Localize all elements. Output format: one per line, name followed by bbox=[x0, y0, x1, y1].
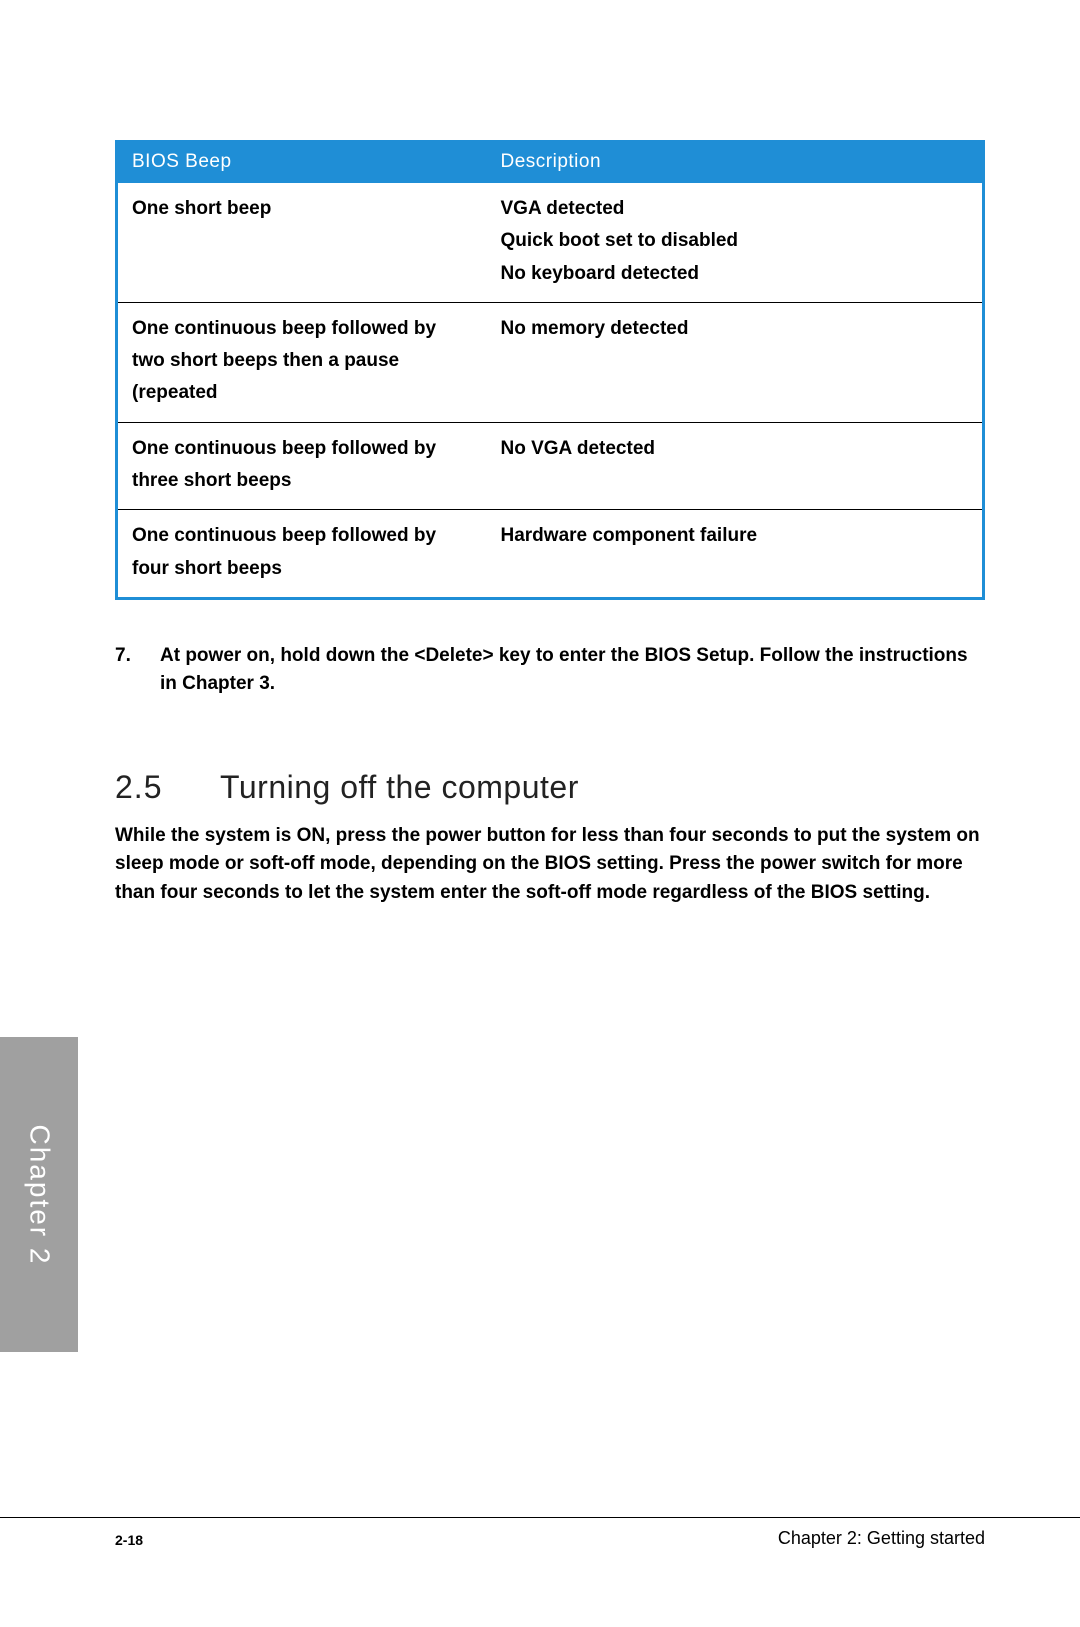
cell-beep: One continuous beep followed by four sho… bbox=[117, 510, 487, 599]
table-header-bios-beep: BIOS Beep bbox=[117, 142, 487, 184]
section-number: 2.5 bbox=[115, 769, 220, 806]
table-row: One continuous beep followed by two shor… bbox=[117, 302, 984, 422]
section-title: Turning off the computer bbox=[220, 769, 579, 806]
table-header-description: Description bbox=[487, 142, 984, 184]
table-row: One continuous beep followed by four sho… bbox=[117, 510, 984, 599]
cell-beep: One continuous beep followed by two shor… bbox=[117, 302, 487, 422]
table-row: One short beep VGA detected Quick boot s… bbox=[117, 183, 984, 302]
cell-desc: No memory detected bbox=[487, 302, 984, 422]
section-heading: 2.5 Turning off the computer bbox=[115, 769, 985, 806]
table-header-row: BIOS Beep Description bbox=[117, 142, 984, 184]
cell-desc: VGA detected Quick boot set to disabled … bbox=[487, 183, 984, 302]
section-body: While the system is ON, press the power … bbox=[115, 822, 985, 908]
chapter-side-tab-label: Chapter 2 bbox=[23, 1124, 55, 1265]
table-row: One continuous beep followed by three sh… bbox=[117, 422, 984, 510]
cell-beep: One continuous beep followed by three sh… bbox=[117, 422, 487, 510]
numbered-step: 7. At power on, hold down the <Delete> k… bbox=[115, 642, 985, 699]
page: BIOS Beep Description One short beep VGA… bbox=[0, 0, 1080, 1627]
bios-beep-table: BIOS Beep Description One short beep VGA… bbox=[115, 140, 985, 600]
chapter-side-tab: Chapter 2 bbox=[0, 1037, 78, 1352]
footer-chapter-title: Chapter 2: Getting started bbox=[778, 1528, 985, 1549]
cell-desc: Hardware component failure bbox=[487, 510, 984, 599]
step-text: At power on, hold down the <Delete> key … bbox=[160, 642, 985, 699]
page-number: 2-18 bbox=[115, 1528, 143, 1549]
cell-beep: One short beep bbox=[117, 183, 487, 302]
step-number: 7. bbox=[115, 642, 160, 699]
cell-desc: No VGA detected bbox=[487, 422, 984, 510]
page-footer: 2-18 Chapter 2: Getting started bbox=[0, 1517, 1080, 1549]
